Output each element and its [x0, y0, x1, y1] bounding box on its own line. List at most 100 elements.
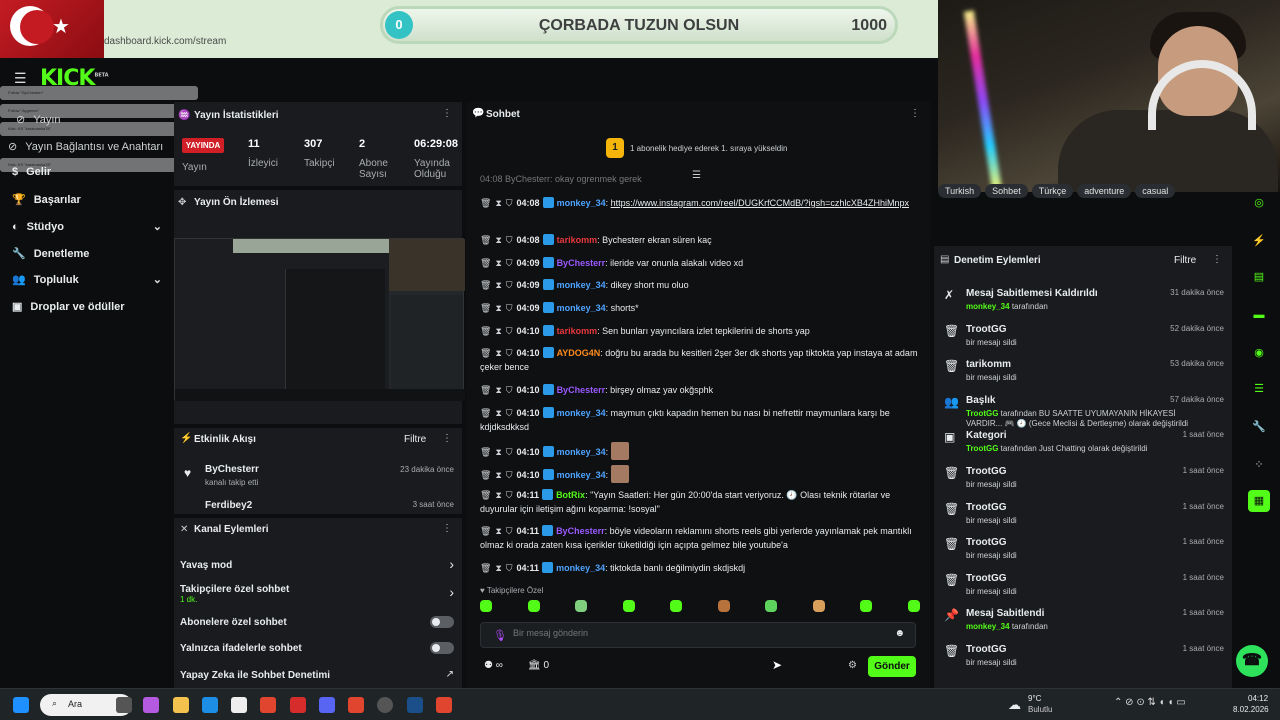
chat-message[interactable]: 🗑 ⧗ ⛉ 04:09 monkey_34: shorts* — [480, 301, 920, 315]
trash-icon[interactable]: 🗑 — [480, 198, 491, 208]
trash-icon[interactable]: 🗑 — [480, 258, 491, 268]
timeout-icon[interactable]: ⧗ — [495, 490, 501, 500]
chat-message[interactable]: 🗑 ⧗ ⛉ 04:10 tarikomm: Sen bunları yayıncılar… — [480, 324, 920, 338]
more-icon[interactable]: ⋮ — [1212, 254, 1222, 265]
emote-only-toggle[interactable] — [430, 642, 454, 654]
nav-item-gelir[interactable]: $ Gelir — [12, 166, 162, 178]
windows-start-icon[interactable] — [13, 697, 29, 713]
external-link-icon[interactable]: ↗ — [446, 669, 454, 680]
copilot-icon[interactable] — [143, 697, 159, 713]
message-user[interactable]: BotRix — [556, 490, 585, 500]
timeout-icon[interactable]: ⧗ — [495, 280, 501, 290]
chat-message[interactable]: 🗑 ⧗ ⛉ 04:10 monkey_34: — [480, 465, 920, 483]
chat-input-field[interactable] — [513, 628, 873, 638]
chat-message[interactable]: 🗑 ⧗ ⛉ 04:10 monkey_34: — [480, 442, 920, 460]
tag[interactable]: adventure — [1077, 184, 1132, 198]
chevron-right-icon[interactable]: › — [449, 584, 454, 600]
message-user[interactable]: monkey_34 — [556, 563, 605, 573]
image-emote[interactable] — [610, 442, 629, 460]
message-user[interactable]: ByChesterr — [557, 385, 606, 395]
chat-message[interactable]: 🗑 ⧗ ⛉ 04:10 ByChesterr: birşey olmaz yav okğ… — [480, 383, 920, 397]
apps-icon[interactable]: ⁘ — [1248, 454, 1270, 476]
trash-icon[interactable]: 🗑 — [480, 385, 491, 395]
message-user[interactable]: tarikomm — [557, 326, 598, 336]
steam-icon[interactable] — [407, 697, 423, 713]
chat-message[interactable]: 🗑 ⧗ ⛉ 04:08 tarikomm: Bychesterr ekran süren… — [480, 233, 920, 247]
chrome-profile-icon[interactable] — [436, 697, 452, 713]
chat-message[interactable]: 🗑 ⧗ ⛉ 04:10 monkey_34: maymun çıktı kapadın … — [480, 406, 920, 434]
doc-icon[interactable]: ▤ — [1248, 266, 1270, 288]
chat-message[interactable]: 🗑 ⧗ ⛉ 04:08 monkey_34: https://www.instagram… — [480, 196, 920, 210]
help-button[interactable]: ☎ — [1236, 645, 1268, 677]
edge-icon[interactable] — [202, 697, 218, 713]
timeout-icon[interactable]: ⧗ — [495, 235, 501, 245]
trash-icon[interactable]: 🗑 — [480, 303, 491, 313]
settings-gear-icon[interactable]: ⚙ — [848, 660, 857, 671]
nav-item-topluluk[interactable]: 👥 Topluluk ⌄ — [12, 273, 162, 287]
chrome-active-icon[interactable] — [348, 697, 364, 713]
nav-item-yayin[interactable]: ⊘ Yayın — [16, 113, 166, 127]
timeout-icon[interactable]: ⧗ — [495, 563, 501, 573]
trash-icon[interactable]: 🗑 — [480, 280, 491, 290]
pack-indicator[interactable]: 🏛 0 — [528, 660, 549, 671]
nav-item-denetleme[interactable]: 🔧 Denetleme — [12, 247, 162, 261]
tag[interactable]: casual — [1135, 184, 1176, 198]
chat-message[interactable]: 🗑 ⧗ ⛉ 04:10 AYDOG4N: doğru bu arada bu kesit… — [480, 346, 920, 374]
more-icon[interactable]: ⋮ — [442, 108, 452, 119]
message-text[interactable]: https://www.instagram.com/reel/DUGKrfCCM… — [611, 198, 909, 208]
trash-icon[interactable]: 🗑 — [480, 408, 491, 418]
nav-item-droplar[interactable]: ▣ Droplar ve ödüller — [12, 300, 162, 314]
emote[interactable] — [527, 600, 540, 612]
message-user[interactable]: monkey_34 — [557, 280, 606, 290]
discord-icon[interactable] — [319, 697, 335, 713]
timeout-icon[interactable]: ⧗ — [495, 326, 501, 336]
tag[interactable]: Sohbet — [985, 184, 1028, 198]
points-indicator[interactable]: ⚉ ∞ — [484, 660, 503, 671]
timeout-icon[interactable]: ⧗ — [495, 348, 501, 358]
chat-message[interactable]: 🗑 ⧗ ⛉ 04:09 ByChesterr: ileride var onunla a… — [480, 256, 920, 270]
emote[interactable] — [860, 600, 873, 612]
chat-message[interactable]: 🗑 ⧗ ⛉ 04:09 monkey_34: dikey short mu oluo — [480, 278, 920, 292]
message-user[interactable]: ByChesterr — [557, 258, 606, 268]
more-icon[interactable]: ⋮ — [442, 523, 452, 534]
image-emote[interactable] — [610, 465, 629, 483]
hamburger-menu-icon[interactable]: ☰ — [14, 70, 27, 87]
task-view-icon[interactable] — [116, 697, 132, 713]
message-user[interactable]: ByChesterr — [556, 526, 605, 536]
store-icon[interactable] — [231, 697, 247, 713]
trash-icon[interactable]: 🗑 — [480, 235, 491, 245]
l-app-icon[interactable] — [290, 697, 306, 713]
tag[interactable]: Turkish — [938, 184, 982, 198]
collapse-icon[interactable]: ☰ — [692, 170, 701, 181]
tray-icons[interactable]: ⌃ ⊘ ⊙ ⇅ ◖ ◖ ▭ — [1114, 697, 1186, 708]
obs-icon[interactable] — [377, 697, 393, 713]
emote[interactable] — [765, 600, 778, 612]
timeout-icon[interactable]: ⧗ — [495, 526, 501, 536]
action-slow-mode[interactable]: Yavaş mod — [180, 560, 232, 571]
timeout-icon[interactable]: ⧗ — [495, 447, 501, 457]
emote[interactable] — [622, 600, 635, 612]
emoji-icon[interactable]: ☻ — [894, 628, 905, 639]
timeout-icon[interactable]: ⧗ — [495, 385, 501, 395]
message-user[interactable]: tarikomm — [557, 235, 598, 245]
timeout-icon[interactable]: ⧗ — [495, 303, 501, 313]
message-user[interactable]: monkey_34 — [557, 198, 606, 208]
nav-item-basarilar[interactable]: 🏆 Başarılar — [12, 193, 162, 207]
trash-icon[interactable]: 🗑 — [480, 447, 491, 457]
trash-icon[interactable]: 🗑 — [480, 348, 491, 358]
chat-message[interactable]: 🗑 ⧗ ⛉ 04:11 ByChesterr: böyle videoların rek… — [480, 524, 920, 552]
timeout-icon[interactable]: ⧗ — [495, 408, 501, 418]
trash-icon[interactable]: 🗑 — [480, 563, 491, 573]
chat-input[interactable]: 🎙 ☻ — [480, 622, 916, 648]
more-icon[interactable]: ⋮ — [910, 108, 920, 119]
timeout-icon[interactable]: ⧗ — [495, 470, 501, 480]
message-user[interactable]: monkey_34 — [557, 303, 606, 313]
clip-icon[interactable]: ▦ — [1248, 490, 1270, 512]
message-user[interactable]: monkey_34 — [557, 447, 606, 457]
action-followers-only[interactable]: Takipçilere özel sohbet — [180, 584, 289, 595]
subs-only-toggle[interactable] — [430, 616, 454, 628]
stream-preview-video[interactable] — [174, 238, 465, 401]
message-user[interactable]: AYDOG4N — [557, 348, 601, 358]
trash-icon[interactable]: 🗑 — [480, 490, 491, 500]
broadcast-icon[interactable]: ◉ — [1248, 342, 1270, 364]
